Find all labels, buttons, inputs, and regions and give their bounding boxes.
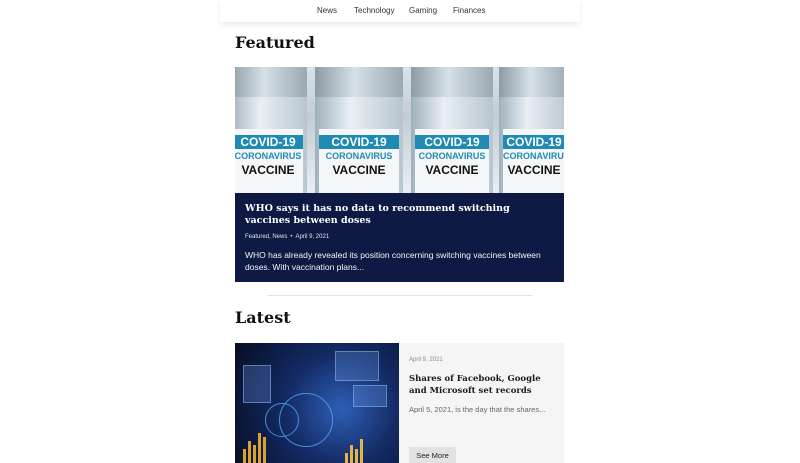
vaccine-vial: COVID-19 CORONAVIRUS VACCINE	[499, 67, 564, 193]
latest-article-excerpt: April 5, 2021, is the day that the share…	[409, 405, 546, 414]
vaccine-vial: COVID-19 CORONAVIRUS VACCINE	[235, 67, 307, 193]
nav-link-gaming[interactable]: Gaming	[409, 6, 437, 15]
featured-article-meta: Featured, News • April 9, 2021	[245, 234, 555, 240]
vaccine-vials-image: COVID-19 CORONAVIRUS VACCINE COVID-19 CO…	[235, 67, 564, 193]
featured-article-excerpt: WHO has already revealed its position co…	[245, 250, 541, 272]
latest-article-headline[interactable]: Shares of Facebook, Google and Microsoft…	[409, 373, 559, 397]
latest-section-title: Latest	[235, 308, 291, 327]
stock-market-image[interactable]	[235, 343, 399, 463]
latest-article-card: April 9, 2021 Shares of Facebook, Google…	[235, 343, 564, 463]
latest-article-body: April 9, 2021 Shares of Facebook, Google…	[409, 357, 559, 415]
vaccine-vial: COVID-19 CORONAVIRUS VACCINE	[315, 67, 403, 193]
nav-link-technology[interactable]: Technology	[354, 6, 394, 15]
featured-article-body: WHO says it has no data to recommend swi…	[245, 203, 555, 273]
top-navigation-bar: News Technology Gaming Finances	[220, 0, 580, 22]
featured-article-card[interactable]: COVID-19 CORONAVIRUS VACCINE COVID-19 CO…	[235, 67, 564, 282]
meta-separator: •	[290, 234, 293, 240]
section-divider	[268, 295, 532, 296]
nav-link-news[interactable]: News	[317, 6, 337, 15]
nav-link-finances[interactable]: Finances	[453, 6, 485, 15]
featured-article-headline[interactable]: WHO says it has no data to recommend swi…	[245, 203, 555, 227]
featured-section-title: Featured	[235, 33, 315, 52]
see-more-button[interactable]: See More	[409, 447, 456, 463]
article-date: April 9, 2021	[295, 234, 330, 240]
latest-article-date: April 9, 2021	[409, 357, 443, 363]
article-categories[interactable]: Featured, News	[245, 234, 287, 240]
vaccine-vial: COVID-19 CORONAVIRUS VACCINE	[411, 67, 493, 193]
